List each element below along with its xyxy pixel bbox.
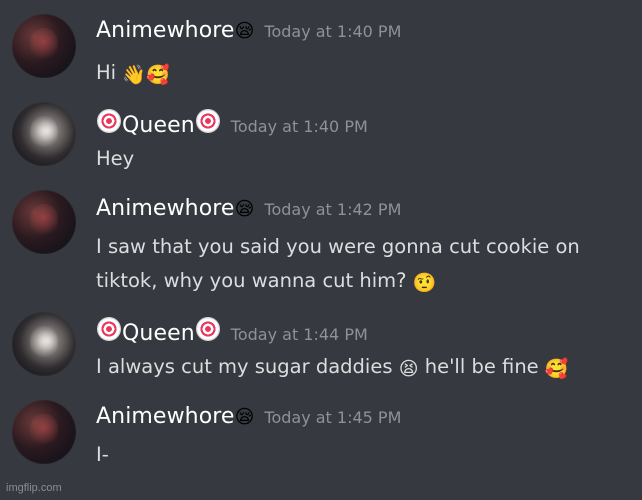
- avatar-animewhore[interactable]: [12, 400, 76, 464]
- smiling-hearts-icon: 🥰: [544, 358, 569, 380]
- sleepy-face-icon: 😪: [234, 406, 255, 428]
- username[interactable]: Animewhore: [96, 18, 235, 43]
- timestamp[interactable]: Today at 1:40 PM: [264, 22, 401, 41]
- message-line: Hi: [96, 61, 117, 84]
- sleepy-face-icon: 😪: [234, 198, 255, 220]
- raised-eyebrow-face-icon: 🤨: [412, 272, 437, 294]
- message-text: I-: [96, 438, 616, 472]
- watermark: imgflip.com: [6, 482, 62, 494]
- message-text: I always cut my sugar daddies 😫 he'll be…: [96, 350, 616, 384]
- avatar-queen[interactable]: [12, 102, 76, 166]
- username[interactable]: Animewhore: [96, 404, 235, 429]
- narutomaki-icon: [196, 318, 219, 340]
- message-line: I saw that you said you were gonna cut c…: [96, 235, 580, 258]
- avatar-queen[interactable]: [12, 312, 76, 376]
- timestamp[interactable]: Today at 1:44 PM: [231, 325, 368, 344]
- message-line: I always cut my sugar daddies: [96, 355, 393, 378]
- timestamp[interactable]: Today at 1:45 PM: [264, 408, 401, 427]
- message-text: Hi 👋🥰: [96, 56, 616, 90]
- waving-hand-smiling-hearts-icon: 👋🥰: [122, 64, 170, 86]
- username[interactable]: Queen: [122, 113, 195, 138]
- message-header: Animewhore 😪 Today at 1:45 PM: [96, 404, 401, 429]
- avatar-animewhore[interactable]: [12, 190, 76, 254]
- username[interactable]: Animewhore: [96, 196, 235, 221]
- narutomaki-icon: [196, 110, 219, 132]
- message-line: Hey: [96, 147, 135, 170]
- username[interactable]: Queen: [122, 321, 195, 346]
- message-text: I saw that you said you were gonna cut c…: [96, 230, 616, 298]
- timestamp[interactable]: Today at 1:42 PM: [264, 200, 401, 219]
- narutomaki-icon: [98, 318, 120, 340]
- message-line: tiktok, why you wanna cut him?: [96, 269, 407, 292]
- message-header: Queen Today at 1:40 PM: [96, 110, 368, 138]
- message-line: he'll be fine: [424, 355, 539, 378]
- message-text: Hey: [96, 142, 616, 176]
- narutomaki-icon: [98, 110, 120, 132]
- avatar-animewhore[interactable]: [12, 14, 76, 78]
- tired-face-icon: 😫: [398, 358, 419, 380]
- timestamp[interactable]: Today at 1:40 PM: [231, 117, 368, 136]
- message-header: Animewhore 😪 Today at 1:40 PM: [96, 18, 401, 43]
- sleepy-face-icon: 😪: [234, 20, 255, 42]
- message-line: I-: [96, 443, 109, 466]
- message-header: Queen Today at 1:44 PM: [96, 318, 368, 346]
- message-header: Animewhore 😪 Today at 1:42 PM: [96, 196, 401, 221]
